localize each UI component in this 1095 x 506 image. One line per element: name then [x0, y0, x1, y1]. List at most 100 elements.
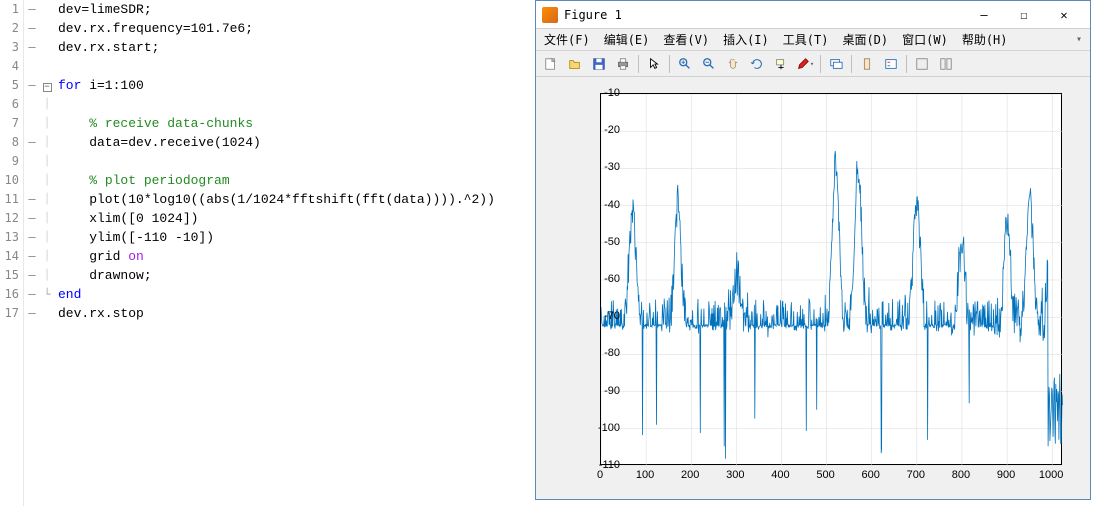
code-line[interactable]: end	[58, 285, 535, 304]
menu-item[interactable]: 帮助(H)	[958, 29, 1012, 50]
y-tick-label: -60	[604, 273, 620, 285]
code-line[interactable]: for i=1:100	[58, 76, 535, 95]
x-tick-label: 500	[816, 469, 834, 481]
line-number: 9	[0, 152, 19, 171]
figure-toolbar[interactable]: ▾	[536, 51, 1090, 77]
zoom-out-button[interactable]	[698, 53, 720, 75]
menu-item[interactable]: 文件(F)	[540, 29, 594, 50]
code-line[interactable]: % receive data-chunks	[58, 114, 535, 133]
code-line[interactable]: dev.rx.frequency=101.7e6;	[58, 19, 535, 38]
line-marker: —	[24, 19, 40, 38]
y-tick-label: -80	[604, 347, 620, 359]
save-button[interactable]	[588, 53, 610, 75]
menu-item[interactable]: 插入(I)	[719, 29, 773, 50]
code-line[interactable]	[58, 57, 535, 76]
menu-bar[interactable]: 文件(F) 编辑(E)查看(V) 插入(I) 工具(T)桌面(D) 窗口(W) 帮助(H)…	[536, 29, 1090, 51]
fold-marker	[40, 19, 54, 38]
code-line[interactable]: xlim([0 1024])	[58, 209, 535, 228]
line-number: 10	[0, 171, 19, 190]
title-bar[interactable]: Figure 1 — ☐ ✕	[536, 1, 1090, 29]
menu-item[interactable]: 编辑(E)	[600, 29, 654, 50]
fold-marker: │	[40, 114, 54, 133]
y-tick-label: -100	[598, 422, 620, 434]
open-button[interactable]	[564, 53, 586, 75]
fold-marker: │	[40, 190, 54, 209]
menu-item[interactable]: 工具(T)	[779, 29, 833, 50]
line-number-gutter: 1234567891011121314151617	[0, 0, 24, 506]
line-number: 8	[0, 133, 19, 152]
line-number: 2	[0, 19, 19, 38]
line-marker: —	[24, 38, 40, 57]
axes[interactable]	[600, 93, 1062, 465]
line-marker: —	[24, 304, 40, 323]
line-number: 17	[0, 304, 19, 323]
toolbar-separator	[906, 55, 907, 73]
line-number: 1	[0, 0, 19, 19]
hide-plot-button[interactable]	[911, 53, 933, 75]
y-tick-label: -30	[604, 161, 620, 173]
x-tick-label: 800	[952, 469, 970, 481]
code-line[interactable]: drawnow;	[58, 266, 535, 285]
fold-marker	[40, 57, 54, 76]
line-number: 7	[0, 114, 19, 133]
fold-marker[interactable]: −	[40, 76, 54, 95]
fold-marker: │	[40, 266, 54, 285]
x-tick-label: 900	[997, 469, 1015, 481]
line-number: 4	[0, 57, 19, 76]
pan-button[interactable]	[722, 53, 744, 75]
code-line[interactable]: ylim([-110 -10])	[58, 228, 535, 247]
code-editor[interactable]: 1234567891011121314151617 ———————————— −…	[0, 0, 535, 506]
line-marker	[24, 114, 40, 133]
menu-item[interactable]: 桌面(D)	[838, 29, 892, 50]
data-cursor-button[interactable]	[770, 53, 792, 75]
line-marker	[24, 171, 40, 190]
fold-marker: │	[40, 171, 54, 190]
line-marker: —	[24, 247, 40, 266]
y-tick-label: -90	[604, 385, 620, 397]
y-tick-label: -50	[604, 236, 620, 248]
new-figure-button[interactable]	[540, 53, 562, 75]
menu-item[interactable]: 窗口(W)	[898, 29, 952, 50]
line-number: 13	[0, 228, 19, 247]
y-tick-label: -40	[604, 199, 620, 211]
code-line[interactable]: dev.rx.start;	[58, 38, 535, 57]
zoom-in-button[interactable]	[674, 53, 696, 75]
line-number: 3	[0, 38, 19, 57]
code-line[interactable]: plot(10*log10((abs(1/1024*fftshift(fft(d…	[58, 190, 535, 209]
code-line[interactable]: data=dev.receive(1024)	[58, 133, 535, 152]
plot-area[interactable]: -10-20-30-40-50-60-70-80-90-100-110 0100…	[536, 77, 1090, 499]
line-marker: —	[24, 266, 40, 285]
close-button[interactable]: ✕	[1044, 3, 1084, 27]
pointer-button[interactable]	[643, 53, 665, 75]
link-button[interactable]	[825, 53, 847, 75]
line-number: 14	[0, 247, 19, 266]
line-number: 11	[0, 190, 19, 209]
menu-overflow-icon[interactable]: ▾	[1072, 32, 1086, 47]
code-area[interactable]: dev=limeSDR;dev.rx.frequency=101.7e6;dev…	[54, 0, 535, 506]
code-line[interactable]	[58, 95, 535, 114]
marker-column: ————————————	[24, 0, 40, 506]
code-line[interactable]: dev.rx.stop	[58, 304, 535, 323]
code-line[interactable]	[58, 152, 535, 171]
code-line[interactable]: % plot periodogram	[58, 171, 535, 190]
brush-button[interactable]: ▾	[794, 53, 816, 75]
line-marker	[24, 95, 40, 114]
menu-item[interactable]: 查看(V)	[659, 29, 713, 50]
line-number: 15	[0, 266, 19, 285]
insert-legend-button[interactable]	[880, 53, 902, 75]
maximize-button[interactable]: ☐	[1004, 3, 1044, 27]
line-number: 12	[0, 209, 19, 228]
rotate-button[interactable]	[746, 53, 768, 75]
minimize-button[interactable]: —	[964, 3, 1004, 27]
fold-marker: │	[40, 247, 54, 266]
fold-marker[interactable]: └	[40, 285, 54, 304]
insert-colorbar-button[interactable]	[856, 53, 878, 75]
x-tick-label: 700	[907, 469, 925, 481]
line-marker: —	[24, 76, 40, 95]
fold-column[interactable]: −││││││││││└	[40, 0, 54, 506]
code-line[interactable]: dev=limeSDR;	[58, 0, 535, 19]
code-line[interactable]: grid on	[58, 247, 535, 266]
y-tick-label: -70	[604, 310, 620, 322]
print-button[interactable]	[612, 53, 634, 75]
show-plot-button[interactable]	[935, 53, 957, 75]
